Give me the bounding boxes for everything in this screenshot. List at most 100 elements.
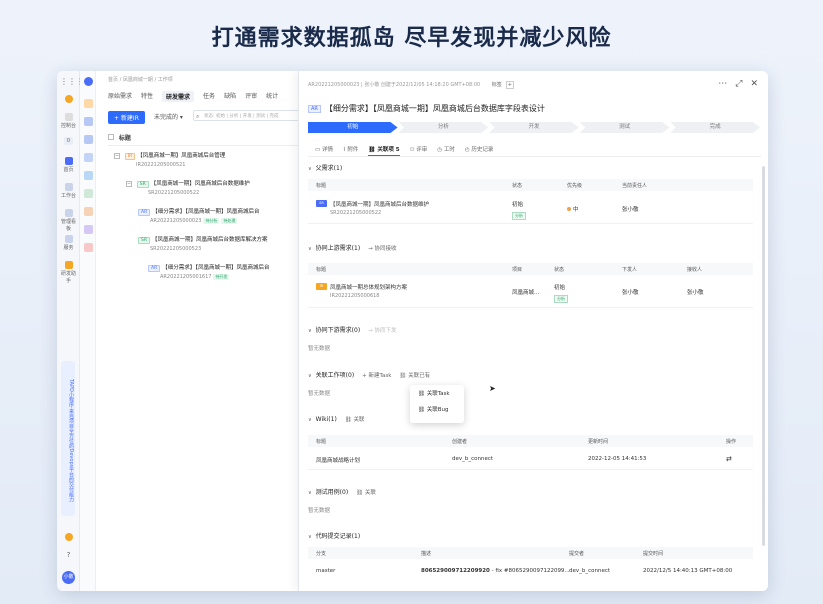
module-icon[interactable] (84, 243, 93, 252)
menu-item-link-bug[interactable]: ⛓ 关联Bug (410, 401, 464, 417)
tab-history[interactable]: ◴ 历史记录 (465, 145, 494, 156)
wiki-row-title[interactable]: 凤凰商城战略计划 (316, 456, 360, 464)
flow-step[interactable]: 测试 (579, 122, 670, 133)
tab-review[interactable]: ⚇ 评审 (410, 145, 428, 156)
row-divider (308, 307, 753, 308)
status-flow: 初始 分析 开发 测试 完成 (308, 122, 761, 133)
list-item[interactable]: AR 【细分需求】【凤凰商城一期】凤凰商城后台 AR20221205000023 待… (138, 207, 259, 224)
close-icon[interactable]: ✕ (750, 79, 758, 89)
testcases-section-header[interactable]: ∨ 测试用例(0) ⛓ 关联 (308, 487, 376, 496)
table-header (308, 435, 753, 447)
search-input[interactable]: ⌕ 状态: 初始 | 分析 | 开发 | 测试 | 完成 (193, 110, 301, 121)
col-updated: 更新时间 (588, 439, 609, 445)
menu-item-link-task[interactable]: ⛓ 关联Task (410, 385, 464, 401)
col-author: 提交者 (569, 551, 585, 557)
parent-row-title[interactable]: SR 【凤凰商城一期】凤凰商城后台数据维护 SR20221205000522 (316, 200, 429, 216)
module-icon[interactable] (84, 171, 93, 180)
tab-dev-requirement[interactable]: 研发需求 (162, 91, 195, 102)
wiki-section-header[interactable]: ∨ Wiki(1) ⛓ 关联 (308, 415, 365, 423)
workitems-section-header[interactable]: ∨ 关联工作项(0) + 新建Task ⛓ 关联已有 (308, 370, 430, 379)
flow-step[interactable]: 分析 (398, 122, 489, 133)
parent-section-header[interactable]: ∨ 父需求(1) (308, 163, 342, 172)
rail-item-home[interactable]: 首页 (60, 157, 77, 173)
flow-step[interactable]: 完成 (670, 122, 760, 133)
rail-item-workbench[interactable]: 工作台 (60, 183, 77, 199)
rail-item-dashboard[interactable]: 管理看板 (60, 209, 77, 232)
add-tag-button[interactable]: + (505, 81, 514, 89)
flow-step[interactable]: 初始 (308, 122, 398, 133)
help-icon[interactable]: ? (60, 551, 77, 559)
rail-item-assistant[interactable]: 研发助手 (60, 261, 77, 284)
upstream-row-status: 初始 分析 (554, 283, 568, 303)
commit-row-author: dev_b_connect (569, 568, 611, 574)
rail-item-service[interactable]: 服务 (60, 235, 77, 251)
project-icon[interactable] (84, 77, 93, 86)
list-item[interactable]: − IR 【凤凰商城一期】凤凰商城后台管理 IR20221205000521 (114, 151, 225, 168)
empty-text: 暂无数据 (308, 508, 331, 514)
filter-dropdown[interactable]: 未完成的 ▾ (154, 112, 183, 121)
tab-review[interactable]: 评审 (245, 91, 257, 102)
more-icon[interactable]: ⋯ (718, 79, 727, 89)
tab-bug[interactable]: 缺陷 (224, 91, 236, 102)
upstream-row-sender: 张小敬 (622, 290, 639, 296)
tab-related[interactable]: ⛓ 关联项 5 (368, 145, 400, 156)
tab-worklog[interactable]: ◷ 工时 (437, 145, 455, 156)
link-dropdown-menu: ⛓ 关联Task ⛓ 关联Bug (410, 385, 464, 423)
list-item[interactable]: AR 【细分需求】【凤凰商城一期】凤凰商城后台 AR20221205001617 待… (148, 263, 269, 280)
detail-title: AR 【细分需求】【凤凰商城一期】凤凰商城后台数据库字段表设计 (308, 103, 545, 114)
gift-icon[interactable] (60, 533, 77, 542)
col-actions: 操作 (726, 439, 737, 445)
col-status: 状态 (554, 267, 565, 273)
tab-original-requirement[interactable]: 原始需求 (108, 91, 132, 102)
list-item[interactable]: − SR 【凤凰商城一期】凤凰商城后台数据维护 SR20221205000522 (126, 179, 250, 196)
list-tabs: 原始需求 特性 研发需求 任务 缺陷 评审 统计 (108, 91, 278, 102)
module-icon[interactable] (84, 153, 93, 162)
module-icon[interactable] (84, 99, 93, 108)
unlink-icon[interactable]: ⇄ (726, 455, 732, 463)
new-task-button[interactable]: + 新建Task (362, 373, 391, 379)
avatar[interactable]: 小敬 (62, 571, 75, 584)
module-icon[interactable] (84, 225, 93, 234)
collapse-icon[interactable]: − (114, 153, 120, 159)
detail-drawer: AR20221205000023 | 张小敬 创建于2022/12/05 14:… (298, 71, 768, 591)
col-title: 标题 (316, 183, 327, 189)
collapse-icon[interactable]: − (126, 181, 132, 187)
downstream-section-header[interactable]: ∨ 协同下游需求(0) → 协同下发 (308, 325, 397, 334)
col-sender: 下发人 (622, 267, 638, 273)
expand-icon[interactable]: ⤢ (735, 79, 742, 89)
select-all-checkbox[interactable] (108, 134, 114, 140)
scrollbar[interactable] (762, 166, 765, 546)
testcase-link-button[interactable]: ⛓ 关联 (356, 490, 376, 496)
module-icon[interactable] (84, 117, 93, 126)
empty-text: 暂无数据 (308, 391, 331, 397)
link-existing-button[interactable]: ⛓ 关联已有 (399, 373, 430, 379)
upstream-row-receiver: 张小敬 (687, 290, 704, 296)
rail-item-console[interactable]: 控制台 (60, 113, 77, 129)
tab-task[interactable]: 任务 (203, 91, 215, 102)
col-title: 标题 (316, 439, 327, 445)
wiki-link-button[interactable]: ⛓ 关联 (345, 417, 365, 423)
list-item[interactable]: SR 【凤凰商城一期】凤凰商城后台数据库解决方案 SR20221205000523 (138, 235, 268, 252)
module-icon[interactable] (84, 189, 93, 198)
commits-section-header[interactable]: ∨ 代码提交记录(1) (308, 531, 360, 540)
tab-feature[interactable]: 特性 (141, 91, 153, 102)
upstream-section-header[interactable]: ∨ 协同上游需求(1) → 协同接收 (308, 243, 397, 252)
col-status: 状态 (512, 183, 523, 189)
module-icon[interactable] (84, 207, 93, 216)
collab-receive-button[interactable]: → 协同接收 (368, 246, 396, 252)
logo-icon (60, 95, 77, 104)
flow-step[interactable]: 开发 (489, 122, 579, 133)
tab-attachments[interactable]: ⌇ 附件 (343, 145, 358, 156)
commit-row-desc[interactable]: 806529009712209920 - fix #80652900971220… (421, 568, 570, 574)
tab-details[interactable]: ▭ 详情 (315, 145, 333, 156)
tab-stats[interactable]: 统计 (266, 91, 278, 102)
row-divider (308, 469, 753, 470)
notification-badge[interactable]: 0 (60, 137, 77, 145)
new-ir-button[interactable]: + 新建IR (108, 111, 145, 124)
module-icon[interactable] (84, 135, 93, 144)
empty-text: 暂无数据 (308, 346, 331, 352)
upstream-row-title[interactable]: IR 凤凰商城一期总体规划架构方案 IR20221205000618 (316, 283, 407, 299)
apps-grid-icon[interactable]: ⋮⋮⋮ (60, 77, 84, 86)
collab-send-button[interactable]: → 协同下发 (368, 328, 396, 334)
promo-banner[interactable]: TAPD小程序·来自项目全方位的Devops平台的交付能力 (61, 361, 75, 516)
